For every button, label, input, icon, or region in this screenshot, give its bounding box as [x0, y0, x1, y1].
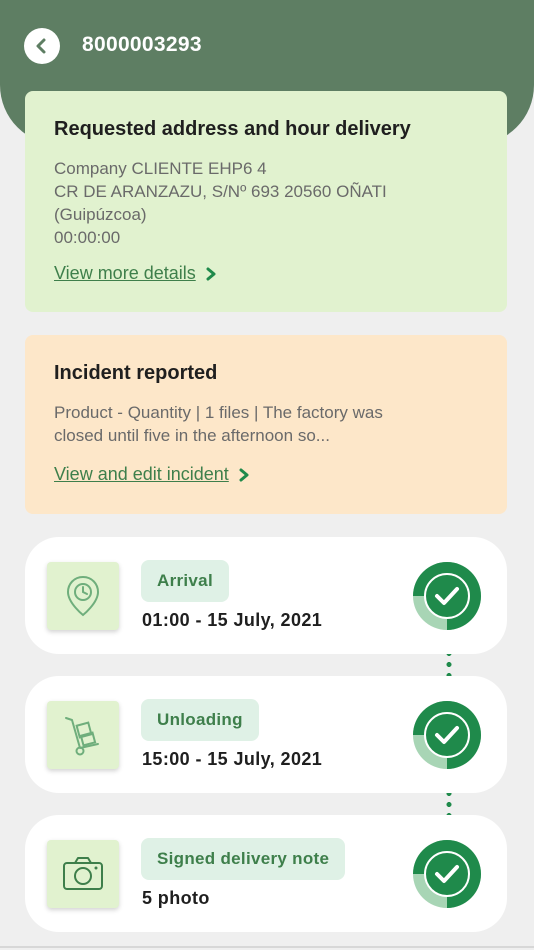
- chevron-right-icon: [205, 267, 217, 281]
- incident-summary-line2: closed until five in the afternoon so...: [54, 426, 330, 445]
- view-more-details-label: View more details: [54, 263, 196, 283]
- location-clock-icon: [47, 562, 119, 630]
- address-line: CR DE ARANZAZU, S/Nº 693 20560 OÑATI: [54, 182, 387, 201]
- check-circle-icon: [413, 562, 481, 630]
- hand-truck-icon: [47, 701, 119, 769]
- bottom-divider: [0, 946, 534, 948]
- view-edit-incident-link[interactable]: View and edit incident: [54, 464, 250, 485]
- address-company: Company CLIENTE EHP6 4: [54, 159, 267, 178]
- delivery-time: 00:00:00: [54, 228, 121, 247]
- step-label-badge: Arrival: [141, 560, 229, 602]
- address-region: (Guipúzcoa): [54, 205, 147, 224]
- step-datetime: 15:00 - 15 July, 2021: [142, 749, 323, 769]
- step-arrival[interactable]: Arrival 01:00 - 15 July, 2021: [25, 537, 507, 654]
- check-circle-icon: [413, 701, 481, 769]
- order-id-title: 8000003293: [82, 33, 202, 56]
- address-card: Requested address and hour delivery Comp…: [25, 91, 507, 312]
- incident-summary-line1: Product - Quantity | 1 files | The facto…: [54, 403, 383, 422]
- step-signed-delivery-note[interactable]: Signed delivery note 5 photo: [25, 815, 507, 932]
- step-label-badge: Unloading: [141, 699, 259, 741]
- step-label-badge: Signed delivery note: [141, 838, 346, 880]
- incident-card-title: Incident reported: [54, 362, 218, 384]
- address-card-title: Requested address and hour delivery: [54, 118, 411, 140]
- step-photo-count: 5 photo: [142, 888, 210, 908]
- chevron-right-icon: [238, 468, 250, 482]
- incident-card: Incident reported Product - Quantity | 1…: [25, 335, 507, 514]
- view-more-details-link[interactable]: View more details: [54, 263, 217, 284]
- step-unloading[interactable]: Unloading 15:00 - 15 July, 2021: [25, 676, 507, 793]
- view-edit-incident-label: View and edit incident: [54, 464, 229, 484]
- step-datetime: 01:00 - 15 July, 2021: [142, 610, 323, 630]
- back-button[interactable]: [24, 28, 60, 64]
- check-circle-icon: [413, 840, 481, 908]
- camera-icon: [47, 840, 119, 908]
- chevron-left-icon: [36, 38, 46, 54]
